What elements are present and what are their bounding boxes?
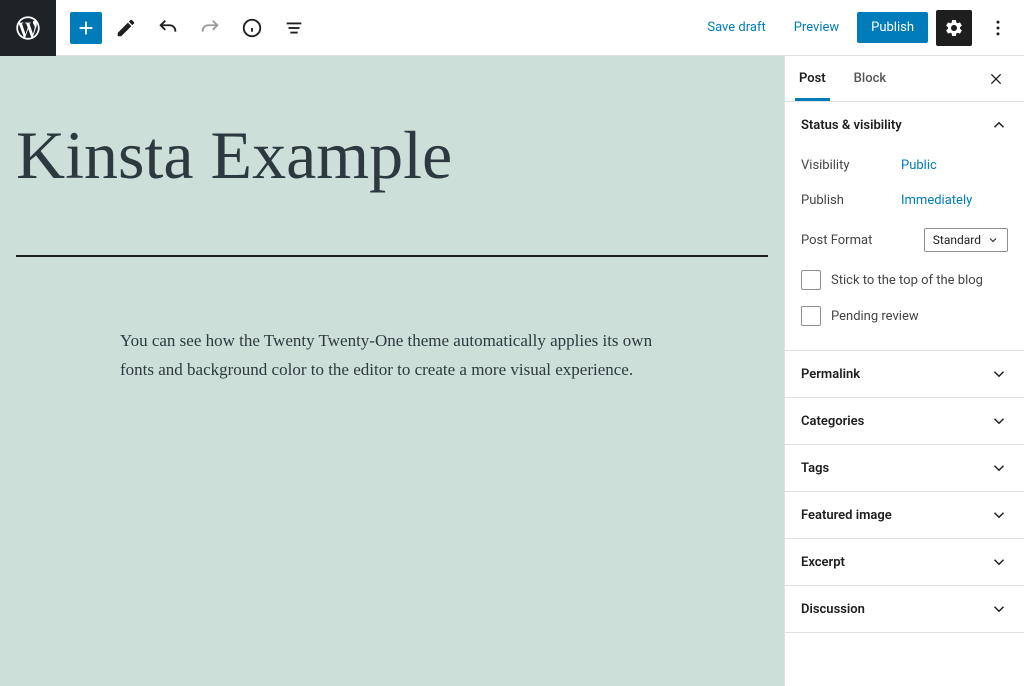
more-options-button[interactable] [980,10,1016,46]
visibility-label: Visibility [801,158,901,173]
save-draft-button[interactable]: Save draft [697,12,775,43]
chevron-down-icon [990,600,1008,618]
stick-top-label: Stick to the top of the blog [831,273,983,288]
main-area: Kinsta Example You can see how the Twent… [0,56,1024,686]
close-sidebar-button[interactable] [980,63,1012,95]
tab-block[interactable]: Block [840,57,900,100]
post-format-label: Post Format [801,233,872,248]
visibility-row: Visibility Public [801,148,1008,183]
chevron-up-icon [990,116,1008,134]
panel-status-visibility: Status & visibility Visibility Public Pu… [785,102,1024,351]
add-block-button[interactable] [70,12,102,44]
post-title-input[interactable]: Kinsta Example [10,116,774,255]
publish-button[interactable]: Publish [857,12,928,43]
chevron-down-icon [990,365,1008,383]
panel-featured-image: Featured image [785,492,1024,539]
panel-excerpt: Excerpt [785,539,1024,586]
post-format-value: Standard [933,233,981,247]
stick-top-checkbox[interactable] [801,270,821,290]
chevron-down-icon [990,459,1008,477]
undo-button[interactable] [150,10,186,46]
panel-discussion: Discussion [785,586,1024,633]
panel-title: Tags [801,461,829,476]
pending-review-label: Pending review [831,309,919,324]
tab-post[interactable]: Post [785,57,840,100]
chevron-down-icon [990,506,1008,524]
redo-button[interactable] [192,10,228,46]
panel-header-permalink[interactable]: Permalink [785,351,1024,397]
chevron-down-icon [990,553,1008,571]
list-view-button[interactable] [276,10,312,46]
publish-label: Publish [801,193,901,208]
panel-header-categories[interactable]: Categories [785,398,1024,444]
divider-line [16,255,768,257]
stick-top-row: Stick to the top of the blog [801,262,1008,298]
panel-permalink: Permalink [785,351,1024,398]
preview-button[interactable]: Preview [784,12,849,43]
panel-header-excerpt[interactable]: Excerpt [785,539,1024,585]
panel-title: Status & visibility [801,118,902,133]
wordpress-logo[interactable] [0,0,56,56]
panel-header-status[interactable]: Status & visibility [785,102,1024,148]
post-format-select[interactable]: Standard [924,228,1008,252]
pending-review-row: Pending review [801,298,1008,334]
panel-categories: Categories [785,398,1024,445]
panel-header-featured-image[interactable]: Featured image [785,492,1024,538]
settings-sidebar: Post Block Status & visibility Visibilit… [784,56,1024,686]
post-body-paragraph[interactable]: You can see how the Twenty Twenty-One th… [120,327,680,385]
settings-button[interactable] [936,10,972,46]
panel-title: Excerpt [801,555,845,570]
info-button[interactable] [234,10,270,46]
panel-body-status: Visibility Public Publish Immediately Po… [785,148,1024,350]
toolbar-right-group: Save draft Preview Publish [697,10,1024,46]
sidebar-tabs: Post Block [785,56,1024,102]
panel-title: Categories [801,414,864,429]
panel-title: Discussion [801,602,865,617]
toolbar-left-group [56,10,312,46]
panel-tags: Tags [785,445,1024,492]
panel-header-tags[interactable]: Tags [785,445,1024,491]
publish-value[interactable]: Immediately [901,193,972,208]
publish-row: Publish Immediately [801,183,1008,218]
panel-title: Permalink [801,367,860,382]
editor-canvas[interactable]: Kinsta Example You can see how the Twent… [0,56,784,686]
editor-toolbar: Save draft Preview Publish [0,0,1024,56]
pending-review-checkbox[interactable] [801,306,821,326]
edit-mode-button[interactable] [108,10,144,46]
chevron-down-icon [987,234,999,246]
panel-title: Featured image [801,508,892,523]
chevron-down-icon [990,412,1008,430]
visibility-value[interactable]: Public [901,158,937,173]
panel-header-discussion[interactable]: Discussion [785,586,1024,632]
post-format-row: Post Format Standard [801,218,1008,262]
